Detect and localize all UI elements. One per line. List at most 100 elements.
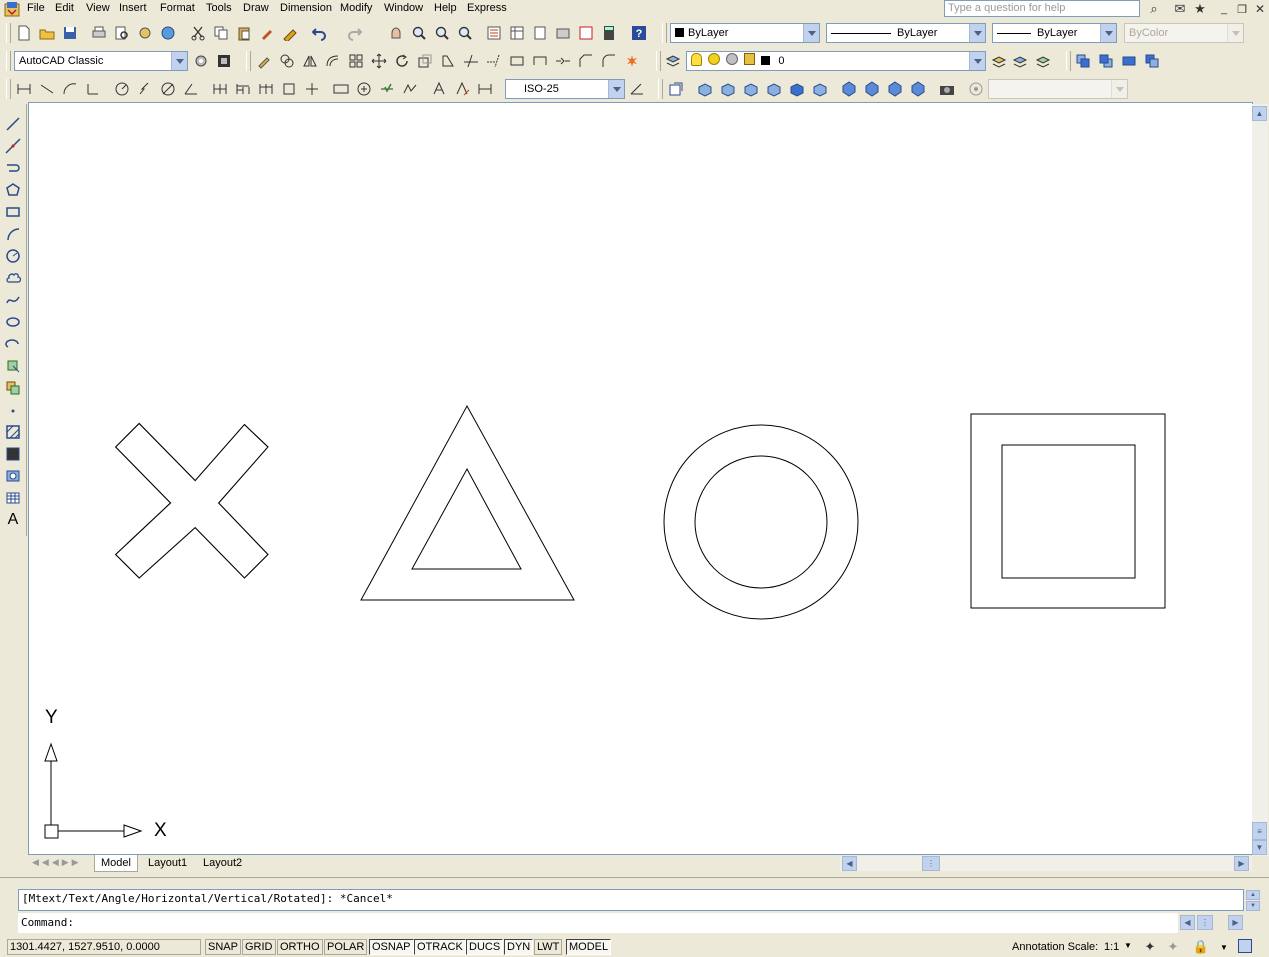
point-icon[interactable] xyxy=(3,400,23,420)
ellipse-icon[interactable] xyxy=(3,312,23,332)
top-view-icon[interactable] xyxy=(695,79,715,99)
layer-states-icon[interactable] xyxy=(1033,51,1053,71)
tab-layout1[interactable]: Layout1 xyxy=(142,855,193,871)
undo-icon[interactable] xyxy=(309,23,329,43)
aligned-dimension-icon[interactable] xyxy=(37,79,57,99)
markup-set-manager-icon[interactable] xyxy=(576,23,596,43)
communication-center-icon[interactable]: ✉ xyxy=(1170,0,1190,19)
front-view-icon[interactable] xyxy=(787,79,807,99)
tab-layout2[interactable]: Layout2 xyxy=(197,855,248,871)
layer-properties-manager-icon[interactable] xyxy=(663,51,683,71)
gradient-icon[interactable] xyxy=(3,444,23,464)
menu-insert[interactable]: Insert xyxy=(117,1,149,15)
bring-above-objects-icon[interactable] xyxy=(1119,51,1139,71)
redo-icon[interactable] xyxy=(345,23,365,43)
scroll-right-icon[interactable]: ▶ xyxy=(1234,856,1249,871)
quick-dimension-icon[interactable] xyxy=(210,79,230,99)
make-layer-current-icon[interactable] xyxy=(989,51,1009,71)
join-icon[interactable] xyxy=(553,51,573,71)
layer-previous-icon[interactable] xyxy=(1010,51,1030,71)
ortho-toggle[interactable]: ORTHO xyxy=(277,939,323,955)
command-line-input[interactable]: Command: xyxy=(18,913,1178,933)
ordinate-dimension-icon[interactable] xyxy=(83,79,103,99)
tool-palettes-icon[interactable] xyxy=(530,23,550,43)
arc-length-icon[interactable] xyxy=(60,79,80,99)
paste-icon[interactable] xyxy=(234,23,254,43)
model-toggle[interactable]: MODEL xyxy=(566,939,612,955)
plot-icon[interactable] xyxy=(89,23,109,43)
extend-icon[interactable] xyxy=(484,51,504,71)
polyline-icon[interactable] xyxy=(3,158,23,178)
linear-dimension-icon[interactable] xyxy=(14,79,34,99)
chevron-down-icon[interactable] xyxy=(803,24,819,42)
dimension-space-icon[interactable] xyxy=(279,79,299,99)
quickcalc-icon[interactable] xyxy=(599,23,619,43)
toolbar-grip[interactable] xyxy=(6,51,11,71)
command-scroll-left-icon[interactable]: ◀ xyxy=(1180,915,1195,930)
auto-scale-icon[interactable]: ✦ xyxy=(1163,937,1183,957)
named-views-camera-icon[interactable] xyxy=(937,79,957,99)
layer-on-bulb-icon[interactable] xyxy=(691,53,702,66)
radius-dimension-icon[interactable] xyxy=(112,79,132,99)
sw-isometric-icon[interactable] xyxy=(839,79,859,99)
annotation-visibility-icon[interactable]: ✦ xyxy=(1140,937,1160,957)
make-block-icon[interactable] xyxy=(3,378,23,398)
otrack-toggle[interactable]: OTRACK xyxy=(414,939,466,955)
layer-thaw-sun-icon[interactable] xyxy=(708,53,721,65)
menu-format[interactable]: Format xyxy=(158,1,197,15)
autocad-app-icon[interactable] xyxy=(4,1,20,17)
jogged-dimension-icon[interactable] xyxy=(135,79,155,99)
region-icon[interactable] xyxy=(3,466,23,486)
command-hscroll-thumb[interactable]: ⋮ xyxy=(1197,915,1213,930)
dimension-style-manager-icon[interactable] xyxy=(627,79,647,99)
layer-control-combo[interactable]: 0 xyxy=(686,51,986,71)
menu-tools[interactable]: Tools xyxy=(204,1,234,15)
insert-block-icon[interactable] xyxy=(3,356,23,376)
rotate-icon[interactable] xyxy=(392,51,412,71)
break-at-point-icon[interactable] xyxy=(507,51,527,71)
chevron-down-icon[interactable] xyxy=(969,24,985,42)
tab-model[interactable]: Model xyxy=(94,855,138,872)
snap-toggle[interactable]: SNAP xyxy=(205,939,241,955)
construction-line-icon[interactable] xyxy=(3,136,23,156)
menu-express[interactable]: Express xyxy=(465,1,509,15)
angular-dimension-icon[interactable] xyxy=(181,79,201,99)
block-editor-icon[interactable] xyxy=(280,23,300,43)
jogged-linear-icon[interactable] xyxy=(400,79,420,99)
multiline-text-icon[interactable]: A xyxy=(3,510,23,530)
offset-icon[interactable] xyxy=(323,51,343,71)
copy-icon[interactable] xyxy=(211,23,231,43)
toolbar-grip[interactable] xyxy=(6,23,11,43)
properties-palette-icon[interactable] xyxy=(484,23,504,43)
my-workspace-icon[interactable] xyxy=(214,51,234,71)
layer-viewport-freeze-icon[interactable] xyxy=(726,53,739,65)
search-icon[interactable]: ⌕ xyxy=(1144,0,1164,19)
outer-circle-shape[interactable] xyxy=(663,424,859,620)
se-isometric-icon[interactable] xyxy=(862,79,882,99)
linetype-control-combo[interactable]: ByLayer xyxy=(826,23,986,43)
chamfer-icon[interactable] xyxy=(576,51,596,71)
outer-triangle-shape[interactable] xyxy=(360,404,575,601)
menu-draw[interactable]: Draw xyxy=(241,1,271,15)
inspection-icon[interactable] xyxy=(377,79,397,99)
rectangle-icon[interactable] xyxy=(3,202,23,222)
spline-icon[interactable] xyxy=(3,290,23,310)
toolbar-grip[interactable] xyxy=(658,79,663,99)
match-properties-icon[interactable] xyxy=(257,23,277,43)
cross-shape[interactable] xyxy=(114,422,269,579)
menu-help[interactable]: Help xyxy=(432,1,459,15)
drawing-area[interactable]: Y X xyxy=(28,102,1253,855)
menu-modify[interactable]: Modify xyxy=(338,1,374,15)
fillet-icon[interactable] xyxy=(599,51,619,71)
bottom-view-icon[interactable] xyxy=(718,79,738,99)
zoom-previous-icon[interactable] xyxy=(455,23,475,43)
open-file-icon[interactable] xyxy=(37,23,57,43)
help-icon[interactable]: ? xyxy=(629,23,649,43)
erase-icon[interactable] xyxy=(254,51,274,71)
explode-icon[interactable] xyxy=(622,51,642,71)
hatch-icon[interactable] xyxy=(3,422,23,442)
minimize-icon[interactable]: _ xyxy=(1214,0,1234,19)
arc-icon[interactable] xyxy=(3,224,23,244)
right-view-icon[interactable] xyxy=(764,79,784,99)
zoom-realtime-icon[interactable] xyxy=(409,23,429,43)
